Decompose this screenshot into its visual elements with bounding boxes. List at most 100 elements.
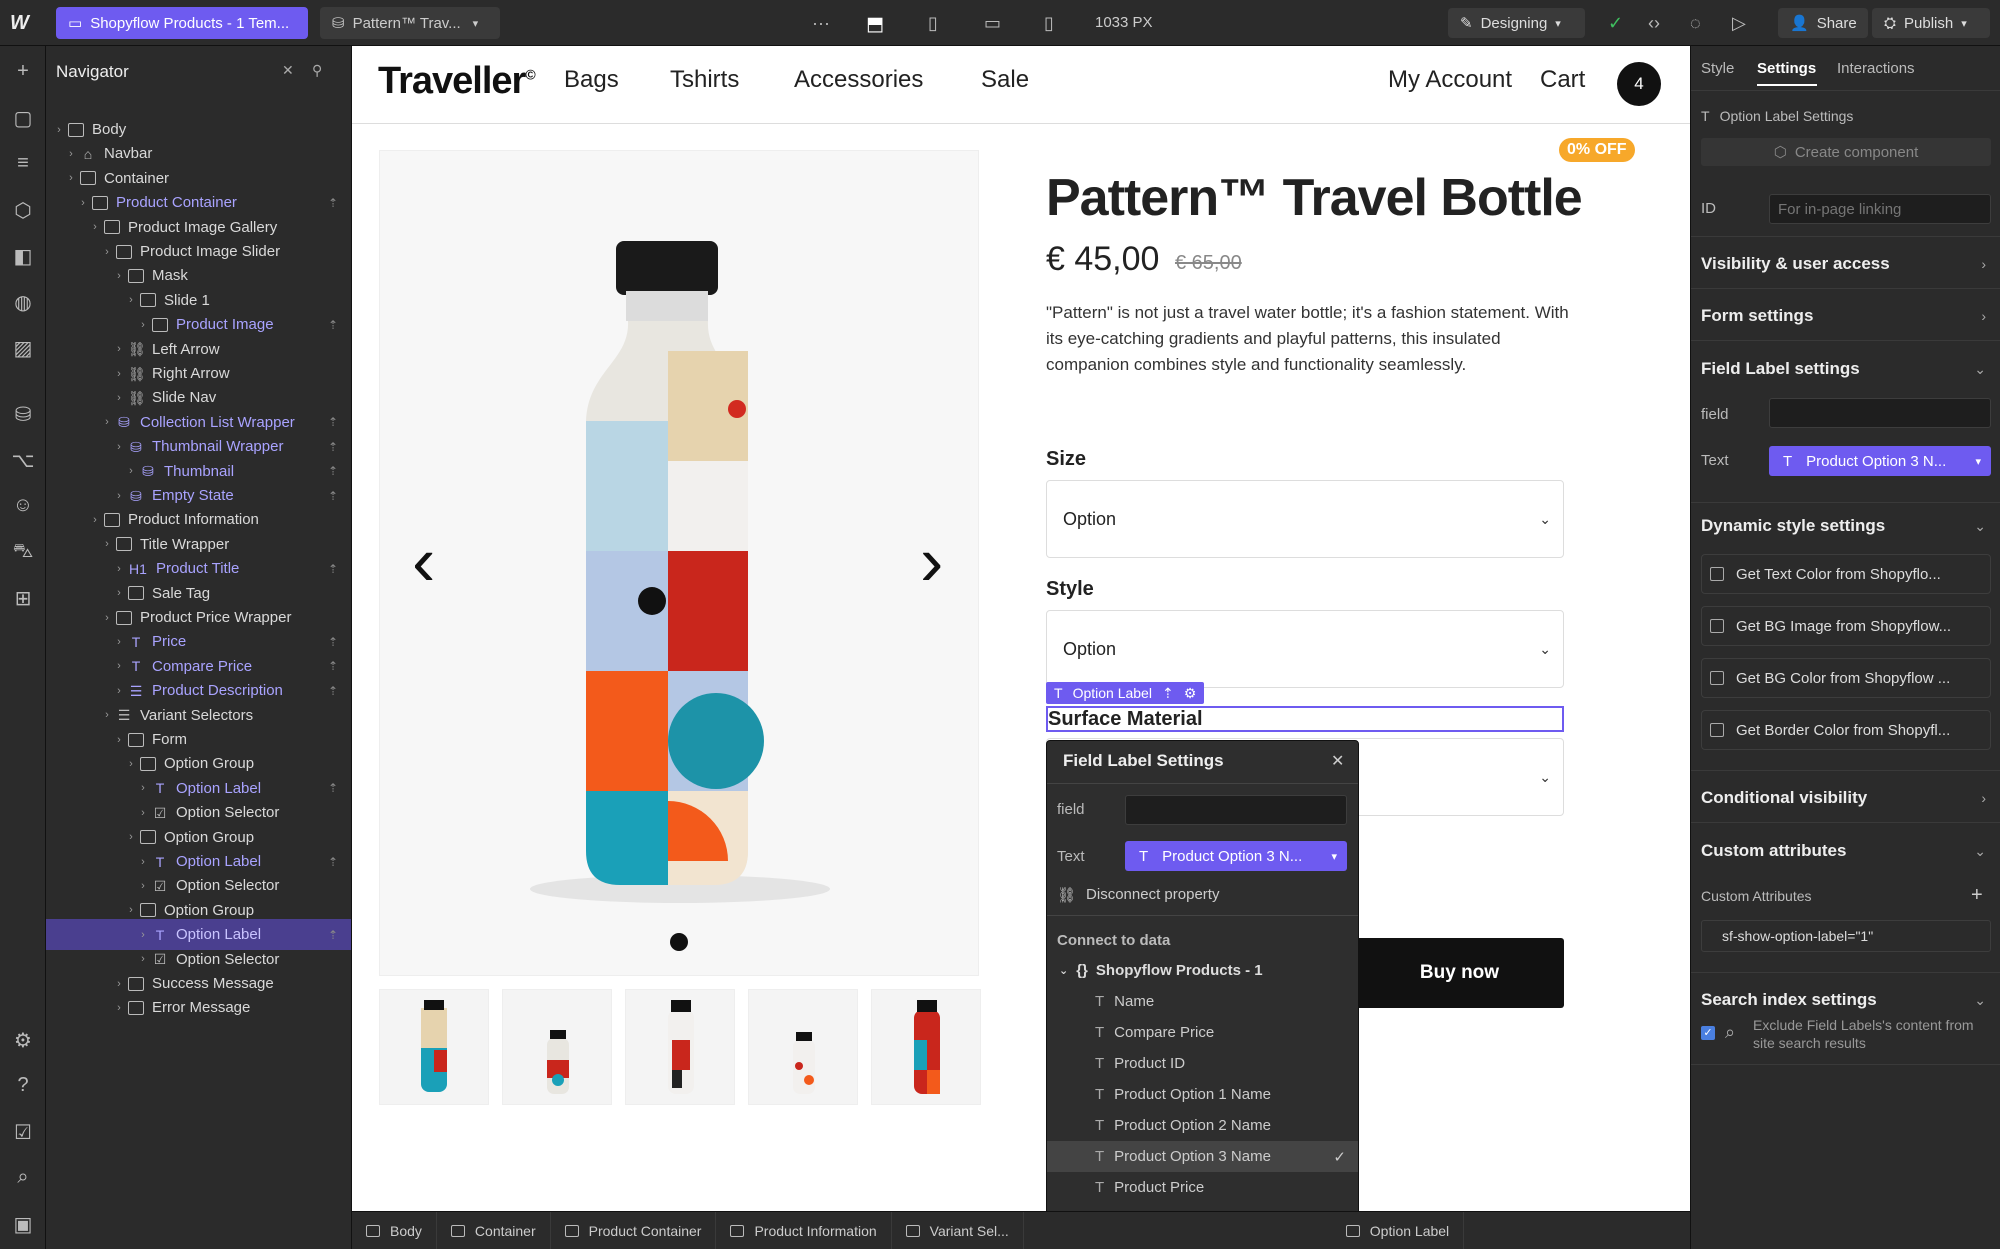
chevron-icon[interactable]: › xyxy=(112,490,126,502)
dynamic-bg-image-toggle[interactable]: Get BG Image from Shopyflow... xyxy=(1701,606,1991,646)
search-index-section[interactable]: Search index settings xyxy=(1701,990,1877,1010)
assets-icon[interactable]: ▨ xyxy=(0,336,46,361)
data-field-item[interactable]: T Compare Price xyxy=(1047,1017,1358,1048)
dynamic-text-color-toggle[interactable]: Get Text Color from Shopyflo... xyxy=(1701,554,1991,594)
chevron-icon[interactable]: › xyxy=(112,563,126,575)
preview-play-icon[interactable]: ▷ xyxy=(1732,13,1746,34)
create-component-button[interactable]: ⬡ Create component xyxy=(1701,138,1991,166)
chevron-icon[interactable]: › xyxy=(112,978,126,990)
breadcrumb-item[interactable]: Product Container xyxy=(551,1211,717,1249)
logic-icon[interactable]: ⌥ xyxy=(0,448,46,473)
chevron-icon[interactable]: › xyxy=(112,587,126,599)
field-label-settings-section[interactable]: Field Label settings xyxy=(1701,359,1860,379)
thumbnail[interactable] xyxy=(379,989,489,1105)
cms-icon[interactable]: ⛁ xyxy=(0,402,46,427)
checkbox[interactable] xyxy=(1710,723,1724,737)
tab-settings[interactable]: Settings xyxy=(1757,60,1816,77)
chevron-icon[interactable]: › xyxy=(136,319,150,331)
breadcrumb-item[interactable]: Body xyxy=(352,1211,437,1249)
checkbox[interactable] xyxy=(1710,567,1724,581)
breadcrumb-item[interactable]: Option Label xyxy=(1332,1211,1465,1249)
chevron-icon[interactable]: › xyxy=(112,270,126,282)
chevron-icon[interactable]: › xyxy=(136,807,150,819)
chevron-down-icon[interactable]: ⌄ xyxy=(1974,518,1986,535)
webflow-logo[interactable]: W xyxy=(10,12,29,35)
breadcrumb-item[interactable]: Product Information xyxy=(716,1211,892,1249)
custom-attributes-section[interactable]: Custom attributes xyxy=(1701,841,1846,861)
chevron-icon[interactable]: › xyxy=(124,758,138,770)
close-icon[interactable]: ✕ xyxy=(1331,751,1344,771)
product-description[interactable]: "Pattern" is not just a travel water bot… xyxy=(1046,300,1576,378)
thumbnail[interactable] xyxy=(871,989,981,1105)
chevron-down-icon[interactable]: ⌄ xyxy=(1974,992,1986,1009)
nav-link-accessories[interactable]: Accessories xyxy=(794,66,923,94)
surface-material-option-label[interactable]: Surface Material xyxy=(1046,706,1564,732)
data-field-item[interactable]: T Product Option 1 Name xyxy=(1047,1079,1358,1110)
pages-icon[interactable]: ▢ xyxy=(0,106,46,131)
field-input[interactable] xyxy=(1125,795,1347,825)
chevron-icon[interactable]: › xyxy=(124,831,138,843)
chevron-icon[interactable]: › xyxy=(112,660,126,672)
chevron-icon[interactable]: › xyxy=(112,1002,126,1014)
chevron-icon[interactable]: › xyxy=(124,904,138,916)
id-input[interactable] xyxy=(1769,194,1991,224)
breadcrumb-item[interactable]: Variant Sel... xyxy=(892,1211,1024,1249)
tab-style[interactable]: Style xyxy=(1701,60,1734,77)
size-option-label[interactable]: Size xyxy=(1046,448,1086,471)
share-button[interactable]: 👤 Share xyxy=(1778,8,1868,38)
text-binding-dropdown[interactable]: T Product Option 3 N... ▾ xyxy=(1125,841,1347,871)
thumbnail[interactable] xyxy=(502,989,612,1105)
product-image-slider[interactable]: ‹ › xyxy=(379,150,979,976)
chevron-icon[interactable]: › xyxy=(136,782,150,794)
form-settings-section[interactable]: Form settings xyxy=(1701,306,1813,326)
chevron-icon[interactable]: › xyxy=(112,636,126,648)
chevron-icon[interactable]: › xyxy=(76,197,90,209)
video-icon[interactable]: ▣ xyxy=(0,1212,46,1237)
settings-icon[interactable]: ⚙ xyxy=(0,1028,46,1053)
comment-icon[interactable]: ◌ xyxy=(1690,13,1701,34)
chevron-icon[interactable]: › xyxy=(112,343,126,355)
dynamic-border-color-toggle[interactable]: Get Border Color from Shopyfl... xyxy=(1701,710,1991,750)
desktop-breakpoint-icon[interactable]: ⬒ xyxy=(866,13,884,36)
chevron-icon[interactable]: › xyxy=(100,612,114,624)
data-field-item[interactable]: T Product Option 3 Name ✓ xyxy=(1047,1141,1358,1172)
collection-tab[interactable]: ⛁ Pattern™ Trav... ▾ xyxy=(320,7,500,39)
cart-count-badge[interactable]: 4 xyxy=(1617,62,1661,106)
chevron-icon[interactable]: › xyxy=(100,246,114,258)
compare-price[interactable]: € 65,00 xyxy=(1175,252,1242,275)
disconnect-property-item[interactable]: ⛓ Disconnect property xyxy=(1047,879,1358,910)
data-source-item[interactable]: ⌄{} Shopyflow Products - 1 xyxy=(1047,955,1358,986)
chevron-down-icon[interactable]: ⌄ xyxy=(1974,843,1986,860)
slider-next-arrow[interactable]: › xyxy=(920,521,943,601)
chevron-icon[interactable]: › xyxy=(100,416,114,428)
nav-link-tshirts[interactable]: Tshirts xyxy=(670,66,739,94)
product-title[interactable]: Pattern™ Travel Bottle xyxy=(1046,168,1583,228)
visibility-section[interactable]: Visibility & user access xyxy=(1701,254,1890,274)
slide-nav-dot[interactable] xyxy=(670,933,688,951)
breadcrumb-item[interactable]: Container xyxy=(437,1211,551,1249)
dynamic-style-section[interactable]: Dynamic style settings xyxy=(1701,516,1885,536)
exclude-checkbox[interactable]: ✓ xyxy=(1701,1026,1715,1040)
chevron-icon[interactable]: › xyxy=(52,124,66,136)
more-icon[interactable]: ··· xyxy=(812,13,830,34)
nav-tree-row[interactable]: › Error Message xyxy=(46,992,351,1023)
chevron-icon[interactable]: › xyxy=(112,368,126,380)
my-account-link[interactable]: My Account xyxy=(1388,66,1512,94)
style-option-selector[interactable]: Option ⌄ xyxy=(1046,610,1564,688)
close-icon[interactable]: ✕ xyxy=(282,62,294,79)
size-option-selector[interactable]: Option ⌄ xyxy=(1046,480,1564,558)
dynamic-bg-color-toggle[interactable]: Get BG Color from Shopyflow ... xyxy=(1701,658,1991,698)
chevron-icon[interactable]: › xyxy=(112,441,126,453)
nav-link-sale[interactable]: Sale xyxy=(981,66,1029,94)
data-field-item[interactable]: T Name xyxy=(1047,986,1358,1017)
chevron-icon[interactable]: › xyxy=(136,856,150,868)
custom-attribute-item[interactable]: sf-show-option-label="1" xyxy=(1701,920,1991,952)
cart-link[interactable]: Cart xyxy=(1540,66,1585,94)
navigator-icon[interactable]: ≡ xyxy=(0,152,46,175)
mobile-breakpoint-icon[interactable]: ▯ xyxy=(1044,13,1054,34)
add-attribute-icon[interactable]: + xyxy=(1971,884,1983,907)
data-field-item[interactable]: T Product Option 2 Name xyxy=(1047,1110,1358,1141)
nav-link-bags[interactable]: Bags xyxy=(564,66,619,94)
chevron-icon[interactable]: › xyxy=(136,880,150,892)
site-logo[interactable]: Traveller© xyxy=(378,60,536,103)
